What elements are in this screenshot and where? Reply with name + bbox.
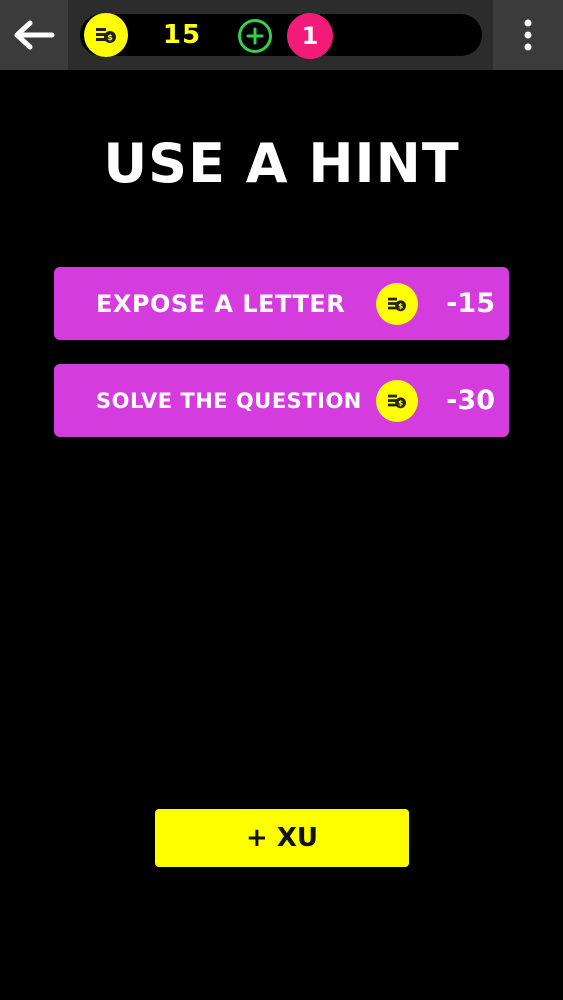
- coin-count: 15: [162, 20, 202, 50]
- more-menu-button[interactable]: [493, 0, 563, 70]
- coin-badge: $: [376, 380, 418, 422]
- option-label: SOLVE THE QUESTION: [96, 388, 362, 413]
- coin-stack-icon: $: [388, 394, 406, 409]
- coin-stack-icon: $: [388, 297, 406, 312]
- option-cost: -15: [446, 288, 495, 319]
- option-cost: -30: [446, 385, 495, 416]
- option-label: EXPOSE A LETTER: [96, 289, 346, 318]
- coin-badge: $: [376, 283, 418, 325]
- coin-stack-icon: $: [96, 28, 116, 43]
- more-vertical-icon: [524, 19, 532, 51]
- back-arrow-icon: [14, 20, 55, 50]
- plus-circle-icon: [246, 27, 264, 45]
- status-pill: [80, 14, 482, 56]
- buy-coins-button[interactable]: + XU: [155, 809, 409, 867]
- svg-text:$: $: [398, 399, 403, 408]
- top-bar: $ 15 1: [0, 0, 563, 70]
- expose-letter-button[interactable]: EXPOSE A LETTER $ -15: [54, 267, 509, 340]
- svg-text:$: $: [107, 33, 113, 42]
- coin-badge: $: [84, 13, 128, 57]
- solve-question-button[interactable]: SOLVE THE QUESTION $ -30: [54, 364, 509, 437]
- svg-text:$: $: [398, 302, 403, 311]
- hint-count-badge: 1: [287, 13, 333, 59]
- add-coins-button[interactable]: [238, 19, 272, 53]
- page-title: USE A HINT: [103, 132, 460, 195]
- back-button[interactable]: [0, 0, 68, 70]
